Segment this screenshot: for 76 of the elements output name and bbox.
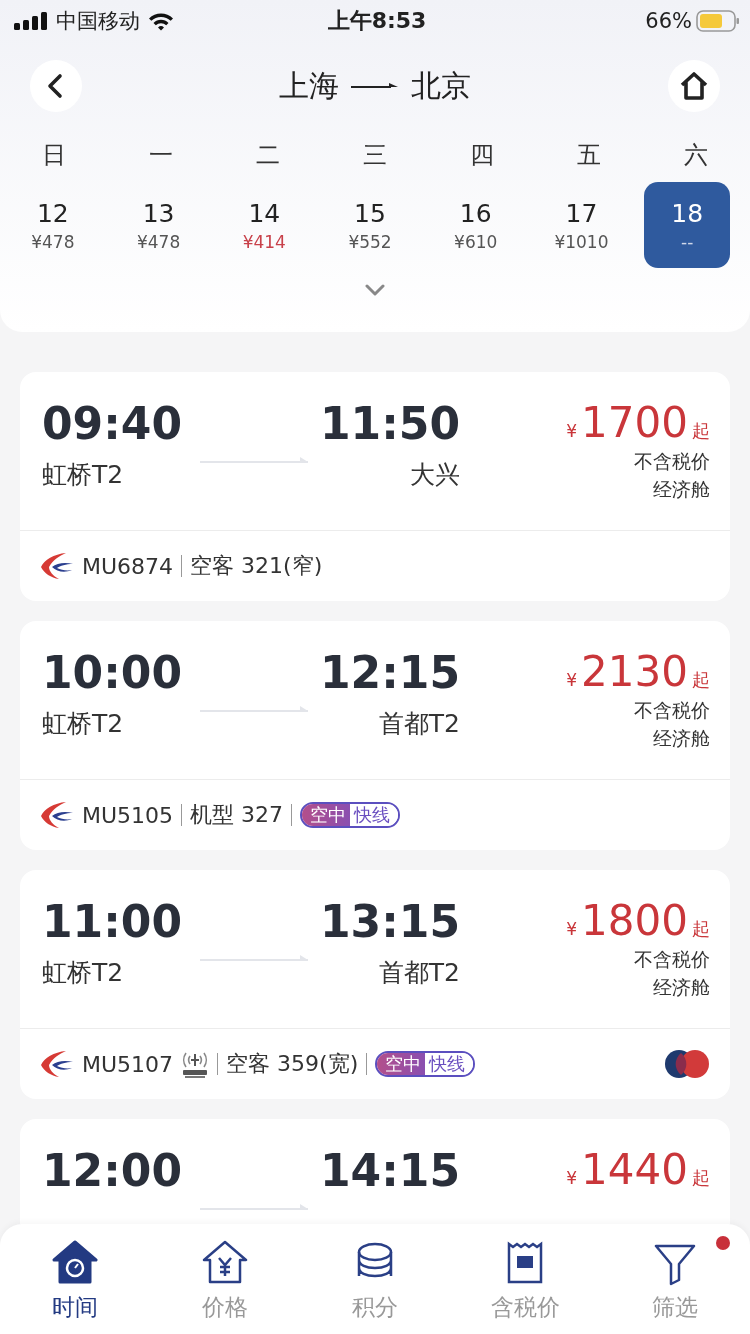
date-option[interactable]: 12 ¥478: [9, 182, 96, 268]
signal-icon: [14, 12, 48, 30]
departure-time: 12:00: [42, 1149, 184, 1193]
flight-card[interactable]: 11:00 虹桥T2 13:15 首都T2 ¥1800 起 不含税价 经济舱 MU5107 空客 359(宽) 空中 快线: [20, 870, 730, 1099]
date-option[interactable]: 15 ¥552: [327, 182, 413, 268]
departure-time: 11:00: [42, 900, 184, 944]
cabin-class: 经济舱: [653, 975, 710, 1000]
price-suffix: 起: [692, 668, 710, 692]
aircraft-type: 机型 327: [190, 801, 284, 829]
departure-time: 09:40: [42, 402, 184, 446]
flight-number: MU6874: [82, 553, 174, 579]
flight-arrow-icon: [200, 952, 310, 962]
date-option[interactable]: 18 --: [644, 182, 731, 268]
origin-city: 上海: [279, 66, 339, 105]
battery-icon: [696, 10, 740, 32]
price-suffix: 起: [692, 1166, 710, 1190]
departure-airport: 虹桥T2: [42, 708, 125, 740]
tax-note: 不含税价: [634, 947, 710, 972]
home-icon: [678, 71, 710, 101]
weekday-label: 二: [254, 140, 281, 171]
flight-arrow-icon: [200, 454, 310, 464]
weekday-label: 一: [147, 140, 174, 171]
back-button[interactable]: [30, 60, 82, 112]
price-suffix: 起: [692, 917, 710, 941]
flight-card[interactable]: 10:00 虹桥T2 12:15 首都T2 ¥2130 起 不含税价 经济舱 MU5105 机型 327 空中 快线: [20, 621, 730, 850]
currency-sign: ¥: [566, 421, 578, 441]
flight-card[interactable]: 09:40 虹桥T2 11:50 大兴 ¥1700 起 不含税价 经济舱 MU6874 空客 321(窄): [20, 372, 730, 601]
arrival-time: 14:15: [319, 1149, 460, 1193]
arrival-time: 12:15: [319, 651, 460, 695]
date-option[interactable]: 16 ¥610: [432, 182, 519, 268]
flight-number: MU5107: [82, 1051, 174, 1077]
date-option[interactable]: 17 ¥1010: [538, 182, 625, 268]
tab-item[interactable]: 时间: [0, 1224, 150, 1334]
cabin-class: 经济舱: [653, 726, 710, 751]
arrival-time: 13:15: [319, 900, 460, 944]
arrival-time: 11:50: [319, 402, 460, 446]
date-option[interactable]: 14 ¥414: [221, 182, 308, 268]
arrival-airport: 首都T2: [378, 957, 460, 989]
departure-airport: 虹桥T2: [42, 459, 125, 491]
route-arrow-icon: [351, 81, 399, 91]
fare-price: 1700: [581, 398, 688, 447]
arrival-airport: 大兴: [410, 459, 460, 491]
fare-price: 1440: [581, 1145, 688, 1194]
flight-number: MU5105: [82, 802, 174, 828]
battery-percent: 66%: [645, 9, 692, 33]
expand-chevron-icon[interactable]: [364, 284, 386, 296]
currency-sign: ¥: [566, 919, 578, 939]
departure-airport: 虹桥T2: [42, 957, 125, 989]
aircraft-type: 空客 359(宽): [226, 1050, 359, 1078]
weekday-label: 六: [683, 140, 710, 171]
currency-sign: ¥: [566, 670, 578, 690]
express-badge: 空中 快线: [300, 802, 401, 828]
flight-card[interactable]: 12:00 14:15 ¥1440 起: [20, 1119, 730, 1224]
flight-arrow-icon: [200, 703, 310, 713]
weekday-label: 日: [40, 140, 67, 171]
carrier-name: 中国移动: [56, 8, 140, 35]
aircraft-type: 空客 321(窄): [190, 552, 323, 580]
arrival-airport: 首都T2: [378, 708, 460, 740]
cabin-class: 经济舱: [653, 477, 710, 502]
destination-city: 北京: [411, 66, 471, 105]
flight-arrow-icon: [200, 1201, 310, 1211]
weekday-label: 四: [469, 140, 496, 171]
date-option[interactable]: 13 ¥478: [115, 182, 202, 268]
fare-price: 2130: [581, 647, 688, 696]
express-badge: 空中 快线: [375, 1051, 476, 1077]
weekday-label: 三: [362, 140, 388, 171]
wifi-icon: [148, 11, 174, 31]
home-button[interactable]: [668, 60, 720, 112]
clock-time: 上午8:53: [327, 7, 427, 35]
departure-time: 10:00: [42, 651, 184, 695]
fare-price: 1800: [581, 896, 688, 945]
weekday-label: 五: [576, 140, 603, 171]
tax-note: 不含税价: [634, 698, 710, 723]
tax-note: 不含税价: [634, 449, 710, 474]
price-suffix: 起: [692, 419, 710, 443]
currency-sign: ¥: [566, 1168, 578, 1188]
